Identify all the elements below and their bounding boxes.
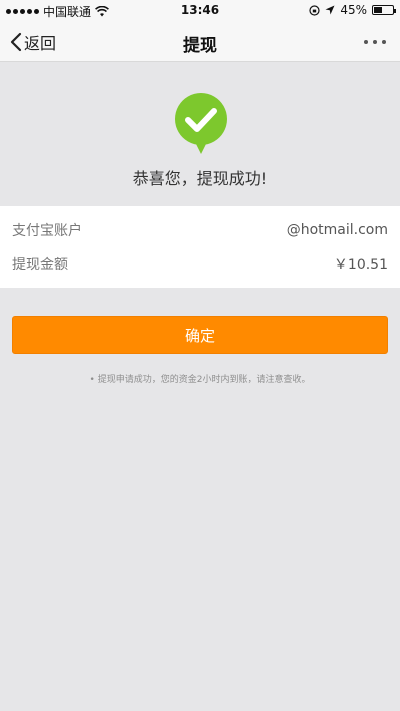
success-message: 恭喜您，提现成功!	[132, 169, 268, 188]
rotation-lock-icon	[309, 4, 320, 16]
info-value: @hotmail.com	[286, 222, 388, 238]
page-title: 提现	[183, 36, 217, 56]
withdraw-info-panel: 支付宝账户 @hotmail.com 提现金额 ￥10.51	[0, 206, 400, 288]
status-bar: 中国联通 13:46 45%	[0, 0, 400, 22]
more-dot-icon	[373, 40, 377, 44]
success-area: 恭喜您，提现成功!	[0, 62, 400, 206]
info-label: 支付宝账户	[12, 223, 82, 239]
confirm-button[interactable]: 确定	[12, 316, 388, 354]
battery-fill	[374, 7, 382, 13]
status-right: 45%	[309, 3, 396, 17]
more-options-button[interactable]	[364, 40, 386, 44]
battery-icon	[372, 5, 396, 15]
info-row-amount: 提现金额 ￥10.51	[12, 249, 388, 279]
info-value: ￥10.51	[333, 257, 388, 273]
withdraw-note: • 提现申请成功，您的资金2小时内到账，请注意查收。	[89, 375, 311, 385]
success-check-icon	[174, 93, 227, 154]
location-arrow-icon	[325, 5, 335, 15]
info-row-alipay-account: 支付宝账户 @hotmail.com	[12, 215, 388, 245]
info-label: 提现金额	[12, 257, 68, 273]
nav-bar: 返回 提现	[0, 22, 400, 62]
more-dot-icon	[364, 40, 368, 44]
more-dot-icon	[382, 40, 386, 44]
battery-percent: 45%	[340, 3, 367, 17]
